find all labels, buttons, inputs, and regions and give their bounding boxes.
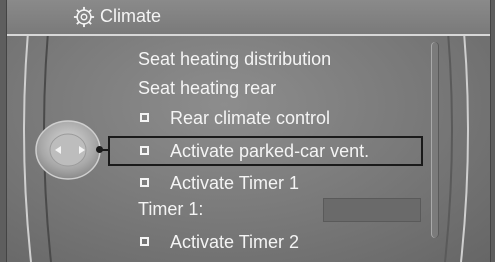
climate-screen: Climate Seat heating distribution Seat h… [6, 0, 491, 262]
menu-item-rear-climate-control[interactable]: Rear climate control [140, 104, 330, 132]
selection-highlight [108, 136, 423, 166]
menu-item-timer-1[interactable]: Timer 1: [138, 195, 203, 223]
menu-item-label: Activate Timer 2 [170, 232, 300, 252]
title-bar: Climate [7, 0, 490, 36]
menu-item-label: Seat heating distribution [138, 49, 332, 69]
timer-1-value-field[interactable] [323, 198, 421, 222]
menu-item-seat-heating-rear[interactable]: Seat heating rear [138, 74, 276, 102]
checkbox[interactable] [140, 237, 149, 246]
menu-item-label: Rear climate control [170, 108, 331, 128]
checkbox[interactable] [140, 113, 149, 122]
menu-item-label: Seat heating rear [138, 78, 277, 98]
controller-knob-icon [35, 120, 101, 180]
menu-item-activate-timer-2[interactable]: Activate Timer 2 [140, 228, 299, 256]
page-title: Climate [100, 6, 162, 26]
checkbox[interactable] [140, 178, 149, 187]
menu-item-activate-timer-1[interactable]: Activate Timer 1 [140, 169, 299, 197]
menu-item-label: Timer 1: [138, 199, 204, 219]
menu-item-label: Activate Timer 1 [170, 173, 300, 193]
gear-icon [73, 6, 95, 28]
controller-connector-dot [96, 146, 103, 153]
scrollbar[interactable] [431, 42, 439, 238]
menu-item-seat-heating-distribution[interactable]: Seat heating distribution [138, 45, 331, 73]
